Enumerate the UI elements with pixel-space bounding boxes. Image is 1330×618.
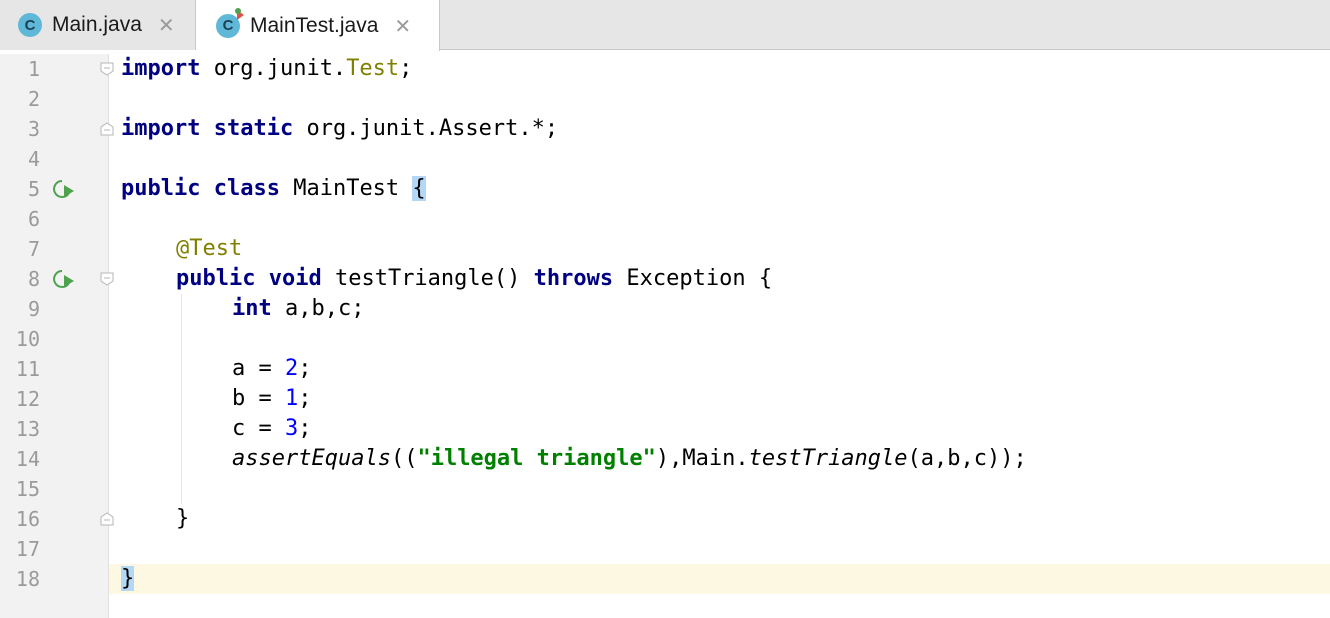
fold-end-icon[interactable]: [100, 122, 114, 136]
run-test-class-icon[interactable]: [52, 179, 76, 201]
code-line-12: b = 1;: [232, 386, 312, 411]
line-number: 13: [15, 417, 40, 441]
java-class-icon: C: [18, 13, 42, 37]
close-icon[interactable]: ✕: [394, 14, 411, 38]
line-number: 2: [27, 87, 40, 111]
line-number: 18: [15, 567, 40, 591]
line-number: 5: [27, 177, 40, 201]
line-number: 3: [27, 117, 40, 141]
line-number: 10: [15, 327, 40, 351]
line-number: 12: [15, 387, 40, 411]
line-number: 15: [15, 477, 40, 501]
line-number: 9: [27, 297, 40, 321]
code-editor[interactable]: 1 2 3 4 5 6 7 8 9 10 11 12 13 14 15 16 1…: [0, 54, 1330, 618]
line-number: 11: [15, 357, 40, 381]
code-line-3: import static org.junit.Assert.*;: [121, 116, 559, 141]
fold-start-icon[interactable]: [100, 62, 114, 76]
code-line-16: }: [176, 506, 190, 531]
code-line-13: c = 3;: [232, 416, 312, 441]
brace-match-highlight: {: [412, 176, 426, 201]
brace-match-highlight: }: [121, 566, 135, 591]
java-test-class-icon: C: [216, 7, 244, 38]
current-line-highlight: [109, 564, 1330, 594]
code-line-14: assertEquals(("illegal triangle"),Main.t…: [232, 446, 1027, 471]
fold-end-icon[interactable]: [100, 512, 114, 526]
line-number: 7: [27, 237, 40, 261]
code-line-1: import org.junit.Test;: [121, 56, 413, 81]
line-number: 1: [27, 57, 40, 81]
code-line-8: public void testTriangle() throws Except…: [176, 266, 773, 291]
editor-tab-bar: C Main.java ✕ C MainTest.java ✕: [0, 0, 1330, 51]
line-number: 14: [15, 447, 40, 471]
code-line-11: a = 2;: [232, 356, 312, 381]
line-number: 17: [15, 537, 40, 561]
code-line-18: }: [121, 564, 135, 594]
test-badge-icon: [235, 7, 241, 14]
code-line-7: @Test: [176, 236, 243, 261]
indent-guide: [181, 294, 182, 504]
line-number: 8: [27, 267, 40, 291]
line-number: 4: [27, 147, 40, 171]
close-icon[interactable]: ✕: [158, 13, 175, 37]
tab-main-java[interactable]: C Main.java ✕: [0, 0, 196, 50]
tab-label: Main.java: [52, 13, 142, 36]
code-line-5: public class MainTest {: [121, 176, 426, 201]
run-test-method-icon[interactable]: [52, 269, 76, 291]
code-line-9: int a,b,c;: [232, 296, 365, 321]
line-number: 16: [15, 507, 40, 531]
fold-start-icon[interactable]: [100, 272, 114, 286]
tab-label: MainTest.java: [250, 13, 379, 37]
tab-maintest-java[interactable]: C MainTest.java ✕: [196, 0, 440, 51]
line-number: 6: [27, 207, 40, 231]
